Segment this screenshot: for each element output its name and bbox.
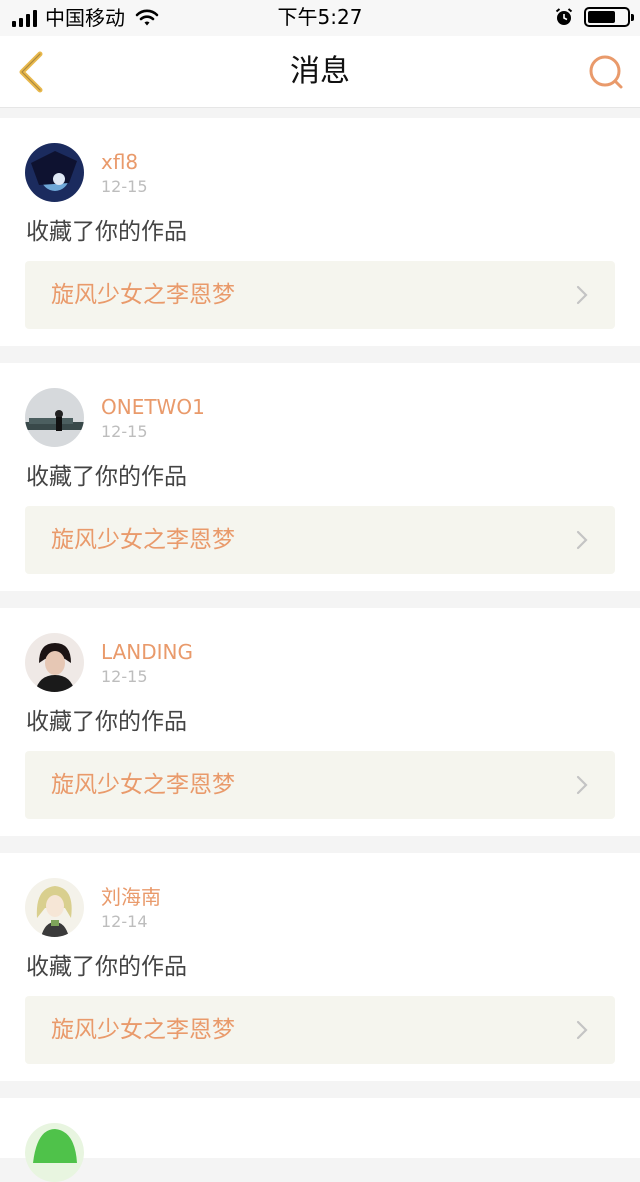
chevron-right-icon [576,775,588,795]
message-date: 12-15 [101,422,148,441]
avatar[interactable] [25,388,84,447]
chevron-right-icon [576,285,588,305]
work-link[interactable]: 旋风少女之李恩梦 [25,506,615,574]
message-card-partial [0,1098,640,1182]
username[interactable]: ONETWO1 [101,395,205,419]
work-link[interactable]: 旋风少女之李恩梦 [25,751,615,819]
work-link[interactable]: 旋风少女之李恩梦 [25,261,615,329]
work-title: 旋风少女之李恩梦 [51,772,235,798]
status-bar: 中国移动 下午5:27 [0,0,640,36]
chevron-right-icon [576,530,588,550]
search-button[interactable] [586,52,626,92]
message-feed: xfl8 12-15 收藏了你的作品 旋风少女之李恩梦 ONETWO1 12-1… [0,118,640,1182]
message-action: 收藏了你的作品 [26,954,187,980]
search-icon [589,55,623,89]
message-card: ONETWO1 12-15 收藏了你的作品 旋风少女之李恩梦 [0,363,640,591]
status-right [554,7,634,27]
avatar[interactable] [25,1123,84,1182]
battery-icon [584,7,634,27]
username[interactable]: xfl8 [101,150,138,174]
message-date: 12-14 [101,912,148,931]
work-title: 旋风少女之李恩梦 [51,1017,235,1043]
nav-bar: 消息 [0,36,640,108]
username[interactable]: 刘海南 [101,885,161,909]
message-card: 刘海南 12-14 收藏了你的作品 旋风少女之李恩梦 [0,853,640,1081]
avatar[interactable] [25,143,84,202]
username[interactable]: LANDING [101,640,193,664]
message-date: 12-15 [101,667,148,686]
message-action: 收藏了你的作品 [26,709,187,735]
alarm-icon [555,8,573,25]
status-time: 下午5:27 [277,5,363,29]
work-title: 旋风少女之李恩梦 [51,527,235,553]
message-card: xfl8 12-15 收藏了你的作品 旋风少女之李恩梦 [0,118,640,346]
chevron-right-icon [576,1020,588,1040]
message-action: 收藏了你的作品 [26,464,187,490]
message-action: 收藏了你的作品 [26,219,187,245]
message-card: LANDING 12-15 收藏了你的作品 旋风少女之李恩梦 [0,608,640,836]
work-title: 旋风少女之李恩梦 [51,282,235,308]
message-date: 12-15 [101,177,148,196]
avatar[interactable] [25,633,84,692]
work-link[interactable]: 旋风少女之李恩梦 [25,996,615,1064]
avatar[interactable] [25,878,84,937]
page-title: 消息 [290,54,350,89]
